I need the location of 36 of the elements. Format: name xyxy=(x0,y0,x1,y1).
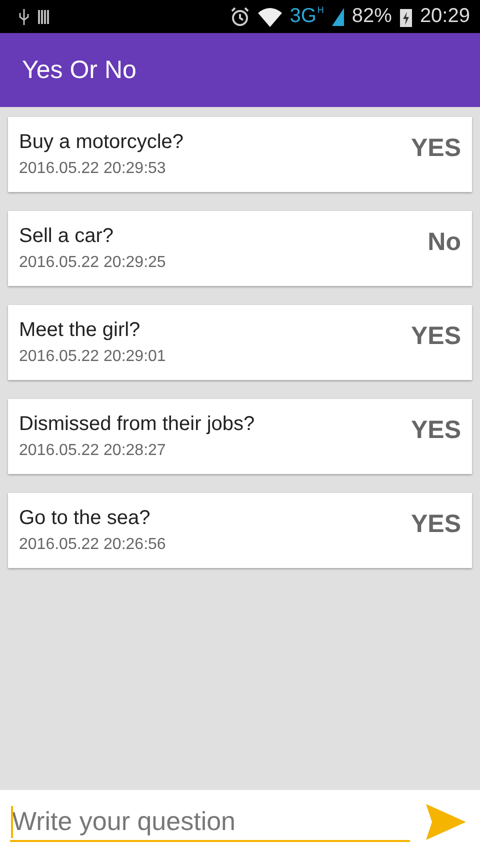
question-timestamp: 2016.05.22 20:26:56 xyxy=(19,536,167,554)
battery-percent: 82% xyxy=(352,5,392,28)
battery-charging-icon xyxy=(400,6,412,26)
question-timestamp: 2016.05.22 20:29:01 xyxy=(19,348,167,366)
answer-text: YES xyxy=(410,509,461,539)
question-card[interactable]: Sell a car? 2016.05.22 20:29:25 No xyxy=(8,211,472,286)
question-text: Meet the girl? xyxy=(19,319,142,342)
question-card[interactable]: Dismissed from their jobs? 2016.05.22 20:28:27 YES xyxy=(8,399,472,474)
question-card[interactable]: Buy a motorcycle? 2016.05.22 20:29:53 YES xyxy=(8,117,472,192)
network-sub-type: H xyxy=(317,5,324,15)
question-text: Sell a car? xyxy=(19,225,114,248)
app-title: Yes Or No xyxy=(22,56,136,84)
question-text: Buy a motorcycle? xyxy=(19,131,185,154)
send-button[interactable] xyxy=(426,804,466,840)
answer-text: No xyxy=(428,227,461,257)
answer-text: YES xyxy=(410,415,461,445)
question-input-field[interactable]: Write your question xyxy=(10,802,410,842)
compose-bar[interactable]: Write your question xyxy=(0,790,480,854)
question-timestamp: 2016.05.22 20:29:53 xyxy=(19,160,167,178)
question-card[interactable]: Go to the sea? 2016.05.22 20:26:56 YES xyxy=(8,493,472,568)
question-timestamp: 2016.05.22 20:29:25 xyxy=(19,254,167,272)
send-icon xyxy=(426,804,466,840)
barcode-icon xyxy=(38,10,50,24)
signal-icon xyxy=(332,8,344,26)
network-type: 3G xyxy=(290,5,316,28)
alarm-icon xyxy=(230,6,250,26)
wifi-icon xyxy=(258,6,282,26)
answer-text: YES xyxy=(410,321,461,351)
answer-text: YES xyxy=(410,133,461,163)
question-text: Dismissed from their jobs? xyxy=(19,413,256,436)
clock-time: 20:29 xyxy=(420,5,470,28)
question-timestamp: 2016.05.22 20:28:27 xyxy=(19,442,167,460)
question-text: Go to the sea? xyxy=(19,507,152,530)
text-cursor xyxy=(11,806,13,838)
question-card[interactable]: Meet the girl? 2016.05.22 20:29:01 YES xyxy=(8,305,472,380)
usb-icon xyxy=(18,8,30,24)
